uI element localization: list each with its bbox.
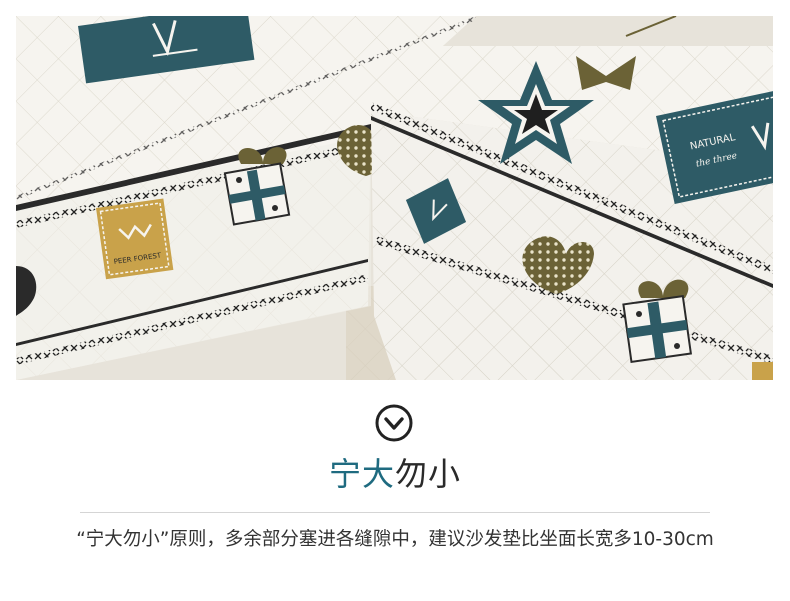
- section-heading: 宁大勿小: [0, 452, 790, 496]
- heading-rest: 勿小: [395, 455, 462, 493]
- chevron-down-circle-icon: [375, 404, 413, 442]
- product-photo: PEER FOREST NATURAL the three: [16, 16, 773, 380]
- heading-accent: 宁大: [328, 455, 395, 493]
- divider: [80, 512, 710, 513]
- description-text: “宁大勿小”原则，多余部分塞进各缝隙中，建议沙发垫比坐面长宽多10-30cm: [76, 529, 714, 550]
